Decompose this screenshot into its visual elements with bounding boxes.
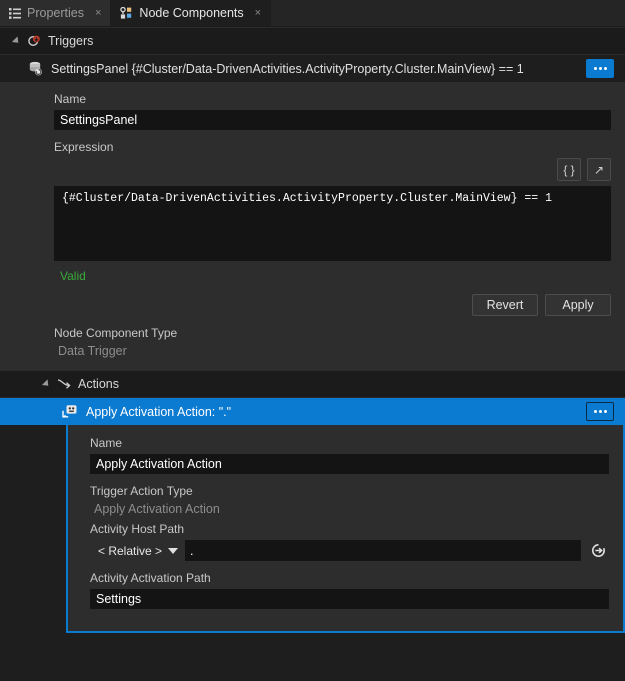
validation-status: Valid — [60, 269, 86, 283]
expression-button-row: Revert Apply — [54, 283, 611, 316]
activity-activation-path-label: Activity Activation Path — [90, 571, 211, 585]
tab-node-components-label: Node Components — [139, 6, 244, 20]
apply-button[interactable]: Apply — [545, 294, 611, 316]
action-arrow-icon — [57, 378, 71, 390]
activity-host-path-label: Activity Host Path — [90, 522, 185, 536]
revert-button[interactable]: Revert — [472, 294, 538, 316]
name-input[interactable] — [54, 110, 611, 130]
close-icon[interactable]: × — [253, 7, 263, 19]
trigger-row-settingspanel[interactable]: SettingsPanel {#Cluster/Data-DrivenActiv… — [0, 55, 625, 82]
trigger-action-type-label: Trigger Action Type — [90, 484, 193, 498]
action-name-label: Name — [90, 436, 123, 450]
group-header-actions-label: Actions — [78, 377, 119, 391]
trigger-form: Name Expression { } ↗ {#Cluster/Data-Dri… — [0, 82, 625, 370]
action-row-label: Apply Activation Action: "." — [86, 404, 232, 419]
action-form: Name Trigger Action Type Apply Activatio… — [68, 425, 623, 631]
tab-bar-filler — [271, 0, 625, 26]
node-component-type-value: Data Trigger — [58, 344, 127, 358]
trigger-row-label: SettingsPanel {#Cluster/Data-DrivenActiv… — [51, 61, 524, 76]
activity-host-path-mode-label: < Relative > — [98, 543, 163, 558]
expression-toolbar: { } ↗ — [54, 158, 611, 181]
group-header-triggers-label: Triggers — [48, 34, 94, 48]
expression-editor[interactable]: {#Cluster/Data-DrivenActivities.Activity… — [54, 186, 611, 261]
activity-host-path-mode-select[interactable]: < Relative > — [90, 540, 186, 561]
action-row-menu-button[interactable] — [586, 402, 614, 421]
action-form-gutter — [0, 425, 66, 633]
activity-activation-path-input[interactable] — [90, 589, 609, 609]
node-components-panel: Triggers SettingsPanel {#Cluster/Data-Dr… — [0, 27, 625, 681]
action-name-input[interactable] — [90, 454, 609, 474]
expression-label: Expression — [54, 140, 114, 154]
activity-host-path-row: < Relative > . — [90, 540, 581, 561]
name-label: Name — [54, 92, 87, 106]
chevron-down-icon — [168, 547, 179, 554]
tab-node-components[interactable]: Node Components × — [111, 0, 272, 26]
tab-properties[interactable]: Properties × — [0, 0, 112, 26]
chevron-down-icon[interactable] — [41, 379, 52, 389]
group-header-actions[interactable]: Actions — [0, 370, 625, 398]
braces-button[interactable]: { } — [557, 158, 581, 181]
reset-icon[interactable] — [587, 540, 609, 561]
trigger-action-type-value: Apply Activation Action — [94, 502, 220, 516]
node-component-type-label: Node Component Type — [54, 326, 178, 340]
tab-bar: Properties × Node Components × — [0, 0, 625, 27]
action-form-selected-block: Name Trigger Action Type Apply Activatio… — [66, 425, 625, 633]
node-components-icon — [120, 7, 133, 19]
trigger-icon — [27, 34, 41, 48]
close-icon[interactable]: × — [93, 7, 103, 19]
action-row-apply-activation[interactable]: Apply Activation Action: "." — [0, 398, 625, 425]
expand-editor-button[interactable]: ↗ — [587, 158, 611, 181]
activity-host-path-value[interactable]: . — [185, 544, 581, 558]
chevron-down-icon[interactable] — [11, 36, 22, 46]
tab-properties-label: Properties — [27, 6, 84, 20]
data-trigger-icon — [28, 61, 44, 76]
group-header-triggers[interactable]: Triggers — [0, 27, 625, 55]
activation-action-icon — [62, 404, 79, 419]
action-form-wrapper: Name Trigger Action Type Apply Activatio… — [0, 425, 625, 633]
trigger-row-menu-button[interactable] — [586, 59, 614, 78]
list-icon — [9, 7, 21, 19]
